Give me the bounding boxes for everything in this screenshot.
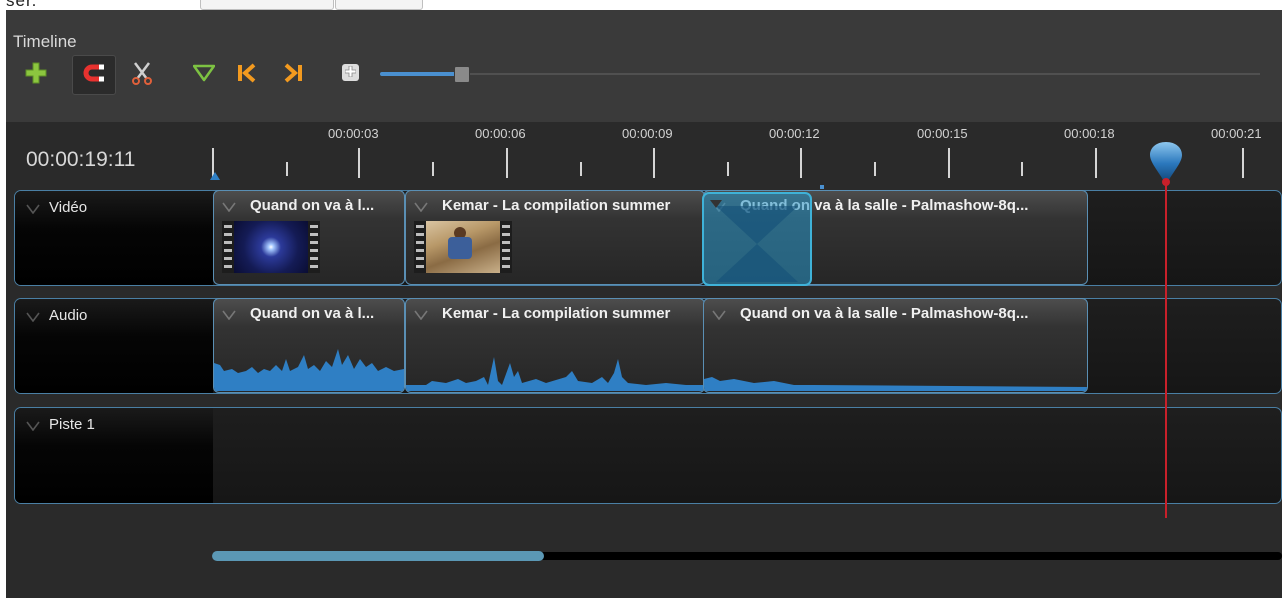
scissors-icon [131, 61, 153, 90]
ruler-label: 00:00:03 [328, 126, 379, 141]
playhead-icon [1150, 142, 1182, 186]
zoom-slider-handle[interactable] [454, 66, 470, 83]
ruler-tick [874, 162, 876, 176]
track-header[interactable]: Audio [15, 299, 213, 393]
cut-off-field [335, 0, 423, 10]
ruler-tick [286, 162, 288, 176]
track-piste-1[interactable]: Piste 1 [14, 407, 1282, 504]
ruler-tick [653, 148, 655, 178]
chevron-down-icon[interactable] [414, 199, 428, 217]
start-marker-icon [210, 172, 220, 180]
audio-waveform [704, 377, 1087, 391]
previous-marker-icon [235, 63, 257, 88]
ruler-label: 00:00:21 [1211, 126, 1262, 141]
ruler-label: 00:00:09 [622, 126, 673, 141]
chevron-down-icon[interactable] [222, 199, 236, 217]
ruler-tick [1242, 148, 1244, 178]
next-marker-icon [283, 63, 305, 88]
audio-waveform [406, 357, 704, 391]
chevron-down-icon[interactable] [414, 307, 428, 325]
ruler-tick [432, 162, 434, 176]
zoom-slider-fill [380, 72, 458, 76]
current-time-display: 00:00:19:11 [26, 148, 136, 171]
snap-indicator [820, 185, 824, 189]
clip-title: Kemar - La compilation summer [442, 305, 671, 322]
scrollbar-thumb[interactable] [212, 551, 544, 561]
clip-title: Quand on va à l... [250, 305, 375, 322]
snapping-button[interactable] [72, 55, 116, 95]
clip-thumbnail [222, 221, 320, 273]
ruler-tick [1095, 148, 1097, 178]
ruler-tick [506, 148, 508, 178]
track-label: Piste 1 [49, 416, 95, 433]
audio-clip[interactable]: Quand on va à l... [213, 298, 405, 393]
ruler-tick [358, 148, 360, 178]
audio-clip[interactable]: Kemar - La compilation summer [405, 298, 705, 393]
chevron-down-icon[interactable] [26, 309, 40, 327]
ruler-tick [727, 162, 729, 176]
ruler-label: 00:00:06 [475, 126, 526, 141]
ruler-tick [800, 148, 802, 178]
ruler-label: 00:00:18 [1064, 126, 1115, 141]
track-label: Vidéo [49, 199, 88, 216]
cut-off-text: ser. [6, 0, 38, 10]
clip-title: Quand on va à la salle - Palmashow-8q... [740, 305, 1029, 322]
track-label: Audio [49, 307, 88, 324]
playhead-handle[interactable] [1148, 141, 1184, 192]
video-clip[interactable]: Kemar - La compilation summer [405, 190, 705, 285]
add-marker-button[interactable] [182, 55, 226, 95]
add-track-button[interactable] [14, 55, 58, 95]
ruler-label: 00:00:15 [917, 126, 968, 141]
clip-title: Kemar - La compilation summer [442, 197, 671, 214]
track-header[interactable]: Vidéo [15, 191, 213, 285]
panel-title: Timeline [13, 32, 77, 51]
transition-drag-overlay[interactable] [702, 192, 812, 286]
ruler-tick [948, 148, 950, 178]
marker-icon [192, 64, 216, 87]
razor-button[interactable] [120, 55, 164, 95]
chevron-down-icon[interactable] [26, 201, 40, 219]
playhead-line [1165, 174, 1167, 518]
chevron-down-icon[interactable] [712, 307, 726, 325]
ruler-tick [580, 162, 582, 176]
ruler-label: 00:00:12 [769, 126, 820, 141]
audio-clip[interactable]: Quand on va à la salle - Palmashow-8q... [703, 298, 1088, 393]
zoom-slider-track[interactable] [380, 73, 1260, 75]
previous-marker-button[interactable] [224, 55, 268, 95]
chevron-down-icon[interactable] [222, 307, 236, 325]
clip-thumbnail [414, 221, 512, 273]
magnet-icon [83, 64, 105, 87]
track-header[interactable]: Piste 1 [15, 408, 213, 503]
transition-icon [710, 200, 798, 282]
zoom-out-button[interactable] [342, 64, 359, 81]
previous-panel-remnant: ser. [0, 0, 1282, 10]
cut-off-field [200, 0, 334, 10]
clip-title: Quand on va à l... [250, 197, 375, 214]
audio-waveform [214, 349, 404, 391]
chevron-down-icon[interactable] [26, 418, 40, 436]
zoom-out-icon [344, 64, 357, 82]
plus-icon [24, 61, 48, 90]
next-marker-button[interactable] [272, 55, 316, 95]
video-clip[interactable]: Quand on va à l... [213, 190, 405, 285]
ruler-tick [1021, 162, 1023, 176]
